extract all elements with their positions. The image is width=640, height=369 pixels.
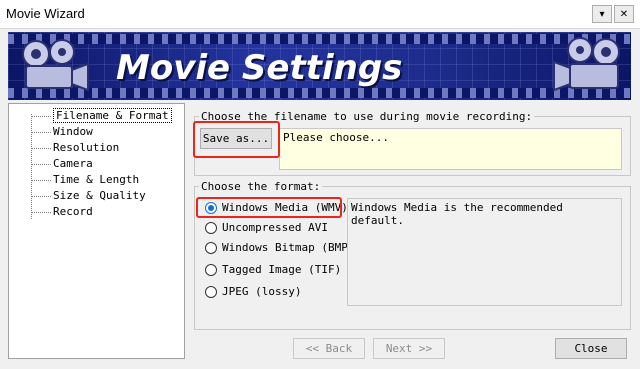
tree-item-label: Filename & Format (53, 108, 172, 123)
close-icon[interactable]: ✕ (614, 5, 634, 23)
format-group-label: Choose the format: (199, 180, 323, 193)
radio-label: Uncompressed AVI (222, 221, 328, 234)
tree-item-label: Size & Quality (53, 189, 146, 202)
radio-unchecked-icon (205, 264, 217, 276)
tree-item-label: Camera (53, 157, 93, 170)
tree-item-label: Record (53, 205, 93, 218)
window-title: Movie Wizard (6, 6, 85, 21)
tree-item-resolution[interactable]: Resolution (27, 140, 119, 156)
radio-unchecked-icon (205, 242, 217, 254)
radio-tif[interactable]: Tagged Image (TIF) (205, 262, 341, 278)
tree-item-label: Window (53, 125, 93, 138)
next-button[interactable]: Next >> (373, 338, 445, 359)
radio-label: Tagged Image (TIF) (222, 263, 342, 276)
movie-camera-icon (22, 39, 89, 92)
radio-avi[interactable]: Uncompressed AVI (205, 220, 328, 236)
save-as-button[interactable]: Save as... (200, 128, 272, 149)
radio-checked-icon (205, 202, 217, 214)
tree-item-label: Time & Length (53, 173, 140, 186)
radio-bmp[interactable]: Windows Bitmap (BMP) (205, 240, 354, 256)
settings-tree: Filename & Format Window Resolution Came… (8, 103, 185, 359)
movie-camera-icon-right (553, 37, 620, 92)
banner-title: Movie Settings (116, 48, 403, 88)
radio-unchecked-icon (205, 222, 217, 234)
tree-item-time-length[interactable]: Time & Length (27, 172, 139, 188)
tree-item-label: Resolution (53, 141, 120, 154)
title-bar: Movie Wizard ▾ ✕ (0, 0, 640, 29)
radio-jpeg[interactable]: JPEG (lossy) (205, 284, 301, 300)
close-button[interactable]: Close (555, 338, 627, 359)
tree-item-window[interactable]: Window (27, 124, 93, 140)
radio-label: Windows Bitmap (BMP) (222, 241, 355, 254)
radio-label: Windows Media (WMV) (222, 201, 348, 214)
format-description: Windows Media is the recommended default… (347, 198, 622, 306)
film-strip-bottom (8, 88, 631, 98)
tree-item-camera[interactable]: Camera (27, 156, 93, 172)
tree-item-record[interactable]: Record (27, 204, 93, 220)
tree-item-filename-format[interactable]: Filename & Format (27, 108, 172, 124)
radio-label: JPEG (lossy) (222, 285, 302, 298)
radio-wmv[interactable]: Windows Media (WMV) (205, 200, 348, 216)
radio-unchecked-icon (205, 286, 217, 298)
banner: Movie Settings (8, 32, 631, 100)
back-button[interactable]: << Back (293, 338, 365, 359)
filename-field[interactable]: Please choose... (279, 128, 622, 170)
filename-group-label: Choose the filename to use during movie … (199, 110, 535, 123)
tree-item-size-quality[interactable]: Size & Quality (27, 188, 146, 204)
film-strip-top (8, 34, 631, 44)
chevron-down-icon[interactable]: ▾ (592, 5, 612, 23)
